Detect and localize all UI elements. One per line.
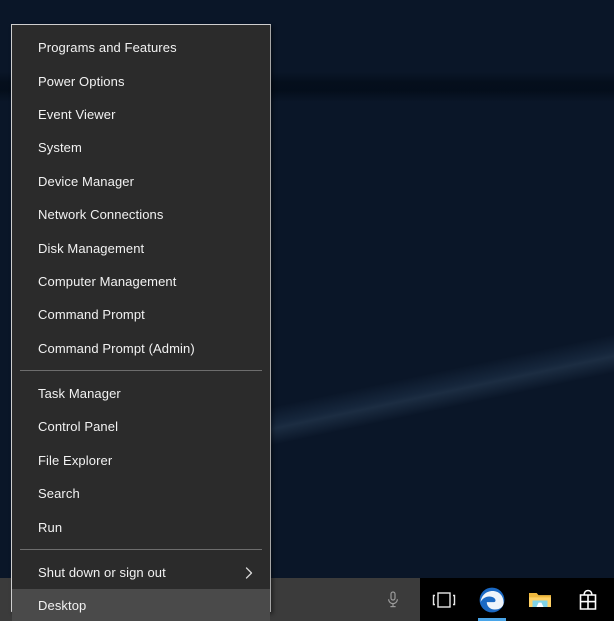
- chevron-right-icon: [244, 566, 254, 580]
- menu-item-computer-management[interactable]: Computer Management: [12, 265, 270, 298]
- menu-item-network-connections[interactable]: Network Connections: [12, 198, 270, 231]
- wallpaper-light-streak: [270, 330, 614, 450]
- menu-item-power-options[interactable]: Power Options: [12, 64, 270, 97]
- menu-item-label: Search: [38, 486, 80, 502]
- menu-item-label: Run: [38, 519, 63, 535]
- menu-item-control-panel[interactable]: Control Panel: [12, 410, 270, 443]
- menu-item-label: Network Connections: [38, 207, 164, 223]
- task-view-button[interactable]: [420, 578, 468, 621]
- menu-item-label: System: [38, 140, 82, 156]
- menu-item-label: Device Manager: [38, 173, 135, 189]
- menu-item-desktop[interactable]: Desktop: [12, 589, 270, 621]
- menu-item-label: Task Manager: [38, 386, 121, 402]
- menu-separator: [20, 548, 262, 550]
- screen-root: Programs and Features Power Options Event …: [0, 0, 614, 621]
- menu-item-task-manager[interactable]: Task Manager: [12, 377, 270, 410]
- menu-item-label: File Explorer: [38, 452, 113, 468]
- task-view-icon: [432, 591, 456, 608]
- menu-separator: [20, 369, 262, 371]
- menu-item-disk-management[interactable]: Disk Management: [12, 231, 270, 264]
- microphone-icon[interactable]: [384, 590, 402, 610]
- menu-item-label: Computer Management: [38, 273, 177, 289]
- menu-item-device-manager[interactable]: Device Manager: [12, 165, 270, 198]
- menu-item-label: Desktop: [38, 598, 87, 614]
- menu-item-label: Programs and Features: [38, 40, 177, 56]
- menu-item-run[interactable]: Run: [12, 510, 270, 543]
- winx-quick-link-menu: Programs and Features Power Options Event …: [11, 24, 271, 621]
- menu-item-label: Command Prompt: [38, 307, 145, 323]
- menu-item-system[interactable]: System: [12, 131, 270, 164]
- menu-item-label: Shut down or sign out: [38, 565, 166, 581]
- edge-browser-button[interactable]: [468, 578, 516, 621]
- edge-icon: [479, 587, 505, 612]
- menu-item-search[interactable]: Search: [12, 477, 270, 510]
- file-explorer-button[interactable]: [516, 578, 564, 621]
- menu-item-command-prompt[interactable]: Command Prompt: [12, 298, 270, 331]
- menu-item-command-prompt-admin[interactable]: Command Prompt (Admin): [12, 332, 270, 365]
- menu-item-label: Disk Management: [38, 240, 145, 256]
- file-explorer-icon: [529, 592, 551, 607]
- menu-item-label: Control Panel: [38, 419, 119, 435]
- menu-item-label: Command Prompt (Admin): [38, 340, 195, 356]
- menu-item-programs-and-features[interactable]: Programs and Features: [12, 31, 270, 64]
- taskbar-pinned-icons: [420, 578, 614, 621]
- menu-item-file-explorer[interactable]: File Explorer: [12, 444, 270, 477]
- menu-item-event-viewer[interactable]: Event Viewer: [12, 98, 270, 131]
- store-icon: [579, 589, 597, 610]
- microsoft-store-button[interactable]: [564, 578, 612, 621]
- menu-item-label: Event Viewer: [38, 106, 116, 122]
- menu-item-shut-down-or-sign-out[interactable]: Shut down or sign out: [12, 556, 270, 589]
- menu-item-label: Power Options: [38, 73, 125, 89]
